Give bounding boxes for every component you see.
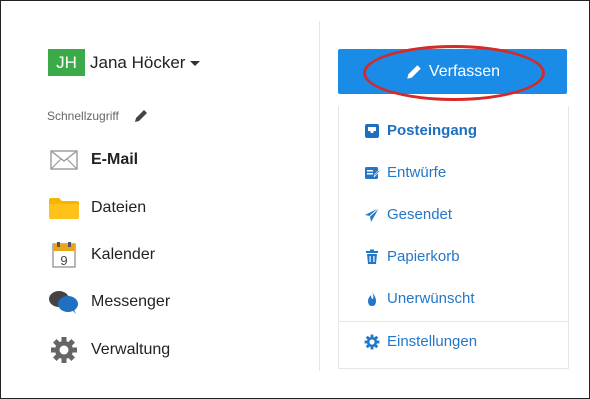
- gear-icon: [47, 337, 81, 363]
- paper-plane-icon: [364, 207, 380, 223]
- nav-item-label: Kalender: [91, 246, 156, 263]
- folder-label: Entwürfe: [387, 164, 447, 181]
- folder-label: Papierkorb: [387, 248, 460, 265]
- chat-bubbles-icon: [47, 289, 81, 315]
- nav-item-messenger[interactable]: Messenger: [47, 289, 170, 315]
- folder-inbox[interactable]: Posteingang: [364, 122, 477, 139]
- envelope-icon: [47, 147, 81, 173]
- folder-icon: [47, 195, 81, 221]
- compose-button[interactable]: Verfassen: [338, 49, 567, 94]
- caret-down-icon: [190, 61, 201, 66]
- folder-divider: [339, 321, 568, 322]
- pencil-icon[interactable]: [133, 108, 149, 124]
- nav-item-calendar[interactable]: 9 Kalender: [47, 242, 155, 268]
- nav-item-label: Verwaltung: [91, 341, 171, 358]
- settings-link[interactable]: Einstellungen: [364, 333, 477, 350]
- nav-item-admin[interactable]: Verwaltung: [47, 337, 170, 363]
- user-menu[interactable]: JH Jana Höcker: [48, 49, 201, 76]
- app-window: JH Jana Höcker Schnellzugriff E-Mail Dat…: [0, 0, 590, 399]
- quick-access-label: Schnellzugriff: [47, 109, 119, 123]
- folder-spam[interactable]: Unerwünscht: [364, 290, 475, 307]
- fire-icon: [364, 291, 380, 307]
- drafts-icon: [364, 165, 380, 181]
- folder-label: Gesendet: [387, 206, 453, 223]
- left-sidebar: JH Jana Höcker Schnellzugriff E-Mail Dat…: [2, 2, 319, 397]
- mail-panel: Verfassen Posteingang Entwürfe Gesendet …: [321, 2, 587, 397]
- nav-item-email[interactable]: E-Mail: [47, 147, 138, 173]
- nav-item-files[interactable]: Dateien: [47, 195, 146, 221]
- pencil-icon: [407, 64, 421, 79]
- calendar-icon: 9: [47, 242, 81, 268]
- panel-divider: [319, 21, 320, 371]
- nav-item-label: E-Mail: [91, 151, 139, 168]
- trash-icon: [364, 249, 380, 265]
- compose-label: Verfassen: [428, 62, 501, 80]
- avatar: JH: [48, 49, 85, 76]
- folder-drafts[interactable]: Entwürfe: [364, 164, 446, 181]
- nav-item-label: Messenger: [91, 293, 171, 310]
- settings-label: Einstellungen: [387, 333, 478, 350]
- folder-trash[interactable]: Papierkorb: [364, 248, 460, 265]
- folder-label: Posteingang: [387, 122, 478, 139]
- folder-list: Posteingang Entwürfe Gesendet Papierkorb…: [338, 106, 569, 369]
- inbox-icon: [364, 123, 380, 139]
- folder-sent[interactable]: Gesendet: [364, 206, 452, 223]
- user-name: Jana Höcker: [90, 52, 186, 72]
- gear-icon: [364, 334, 380, 350]
- folder-label: Unerwünscht: [387, 290, 475, 307]
- quick-access-header: Schnellzugriff: [47, 108, 149, 124]
- nav-item-label: Dateien: [91, 199, 147, 216]
- calendar-day: 9: [60, 253, 67, 268]
